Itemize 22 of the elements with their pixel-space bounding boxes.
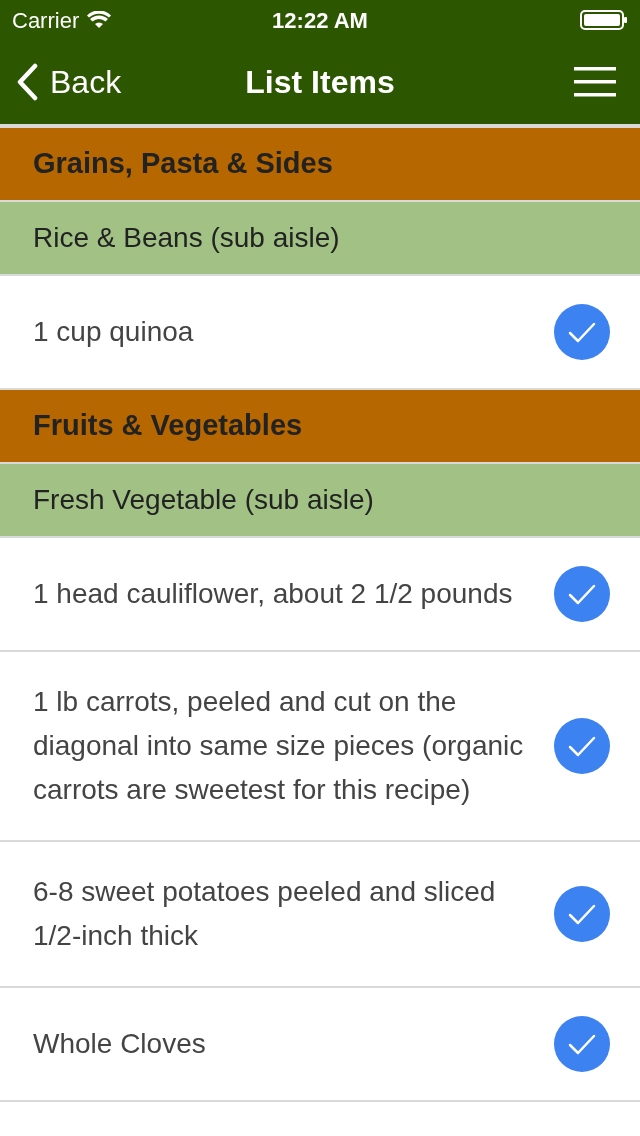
checkmark-icon[interactable] bbox=[554, 566, 610, 622]
checkmark-icon[interactable] bbox=[554, 304, 610, 360]
wifi-icon bbox=[87, 11, 112, 29]
battery-icon bbox=[580, 10, 628, 30]
item-text: 1 cup quinoa bbox=[33, 315, 195, 349]
clock-text: 12:22 AM bbox=[272, 6, 368, 35]
sub-aisle-header: Rice & Beans (sub aisle) bbox=[0, 202, 640, 276]
chevron-left-icon bbox=[16, 63, 38, 101]
menu-icon[interactable] bbox=[574, 66, 616, 98]
checkmark-icon[interactable] bbox=[554, 718, 610, 774]
item-text: 1 head cauliflower, about 2 1/2 pounds bbox=[33, 577, 514, 611]
carrier-text: Carrier bbox=[12, 6, 80, 35]
page-title: List Items bbox=[245, 63, 395, 102]
item-text: Whole Cloves bbox=[33, 1027, 207, 1061]
item-text: 6-8 sweet potatoes peeled and sliced 1/2-inch thick bbox=[33, 875, 497, 953]
back-button[interactable]: Back bbox=[16, 58, 122, 106]
item-text: 1 lb carrots, peeled and cut on the diagonal into same size pieces (organic carrots are sweetest for this recipe) bbox=[33, 685, 525, 807]
aisle-header: Grains, Pasta & Sides bbox=[0, 128, 640, 202]
checkmark-icon[interactable] bbox=[554, 886, 610, 942]
aisle-header: Fruits & Vegetables bbox=[0, 390, 640, 464]
checkmark-icon[interactable] bbox=[554, 1016, 610, 1072]
sub-aisle-header: Fresh Vegetable (sub aisle) bbox=[0, 464, 640, 538]
